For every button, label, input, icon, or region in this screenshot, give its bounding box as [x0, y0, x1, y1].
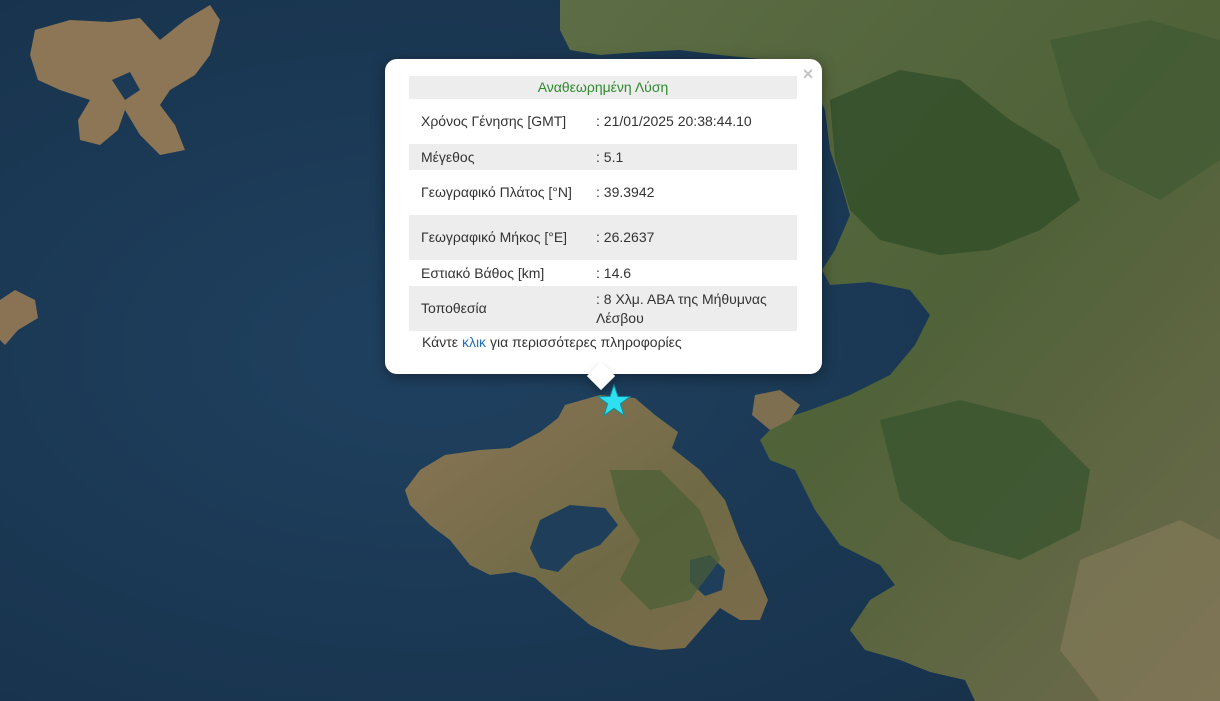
more-info-line: Κάντε κλικ για περισσότερες πληροφορίες: [422, 334, 682, 350]
table-row: Χρόνος Γένησης [GMT] : 21/01/2025 20:38:…: [409, 99, 797, 144]
star-icon: [597, 384, 631, 417]
more-info-prefix: Κάντε: [422, 334, 459, 350]
row-label-location: Τοποθεσία: [409, 286, 596, 331]
row-label-magnitude: Μέγεθος: [409, 144, 596, 170]
row-label-latitude: Γεωγραφικό Πλάτος [°N]: [421, 184, 572, 200]
table-row: Γεωγραφικό Πλάτος [°N] : 39.3942: [409, 170, 797, 215]
row-value-origin-time: : 21/01/2025 20:38:44.10: [596, 113, 752, 129]
row-label-origin-time: Χρόνος Γένησης [GMT]: [421, 113, 567, 129]
more-info-suffix: για περισσότερες πληροφορίες: [489, 334, 682, 350]
popup-title-row: Αναθεωρημένη Λύση: [409, 76, 797, 99]
earthquake-info-table: Αναθεωρημένη Λύση Χρόνος Γένησης [GMT] :…: [409, 76, 797, 331]
table-row: Τοποθεσία : 8 Χλμ. ΑΒΑ της Μήθυμνας Λέσβ…: [409, 286, 797, 331]
row-value-latitude: : 39.3942: [596, 184, 655, 200]
row-label-longitude: Γεωγραφικό Μήκος [°E]: [409, 215, 596, 260]
row-value-depth: : 14.6: [596, 264, 632, 281]
more-info-link[interactable]: κλικ: [462, 334, 486, 350]
row-value-magnitude: : 5.1: [596, 144, 797, 170]
row-value-longitude: : 26.2637: [596, 215, 797, 260]
close-button[interactable]: ×: [798, 64, 818, 84]
row-value-location: : 8 Χλμ. ΑΒΑ της Μήθυμνας Λέσβου: [596, 286, 797, 331]
table-row: Γεωγραφικό Μήκος [°E] : 26.2637: [409, 215, 797, 260]
row-label-depth: Εστιακό Βάθος [km]: [421, 264, 545, 281]
popup-title: Αναθεωρημένη Λύση: [409, 76, 797, 99]
epicenter-marker[interactable]: [597, 384, 631, 418]
table-row: Εστιακό Βάθος [km] : 14.6: [409, 260, 797, 286]
table-row: Μέγεθος : 5.1: [409, 144, 797, 170]
